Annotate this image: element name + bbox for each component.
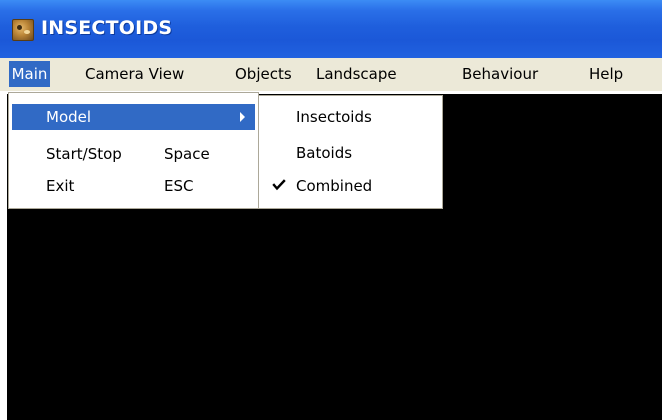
menu-behaviour[interactable]: Behaviour bbox=[462, 61, 547, 87]
submenu-item-label: Batoids bbox=[296, 144, 353, 162]
submenu-item-label: Insectoids bbox=[296, 108, 372, 126]
menu-item-shortcut: Space bbox=[164, 145, 210, 163]
menu-landscape[interactable]: Landscape bbox=[316, 61, 408, 87]
menu-item-model[interactable]: Model bbox=[12, 104, 255, 130]
menu-item-label: Model bbox=[46, 108, 92, 126]
viewport-border bbox=[0, 91, 7, 420]
insect-app-icon[interactable] bbox=[12, 19, 34, 41]
menu-item-label: Exit bbox=[46, 177, 75, 195]
model-submenu: Insectoids Batoids Combined bbox=[258, 95, 443, 209]
app-window: INSECTOIDS Main Camera View Objects Land… bbox=[0, 0, 662, 420]
main-menu-dropdown: Model Start/Stop Space Exit ESC bbox=[8, 92, 259, 209]
window-title: INSECTOIDS bbox=[41, 17, 173, 39]
submenu-item-label: Combined bbox=[296, 177, 373, 195]
menu-item-start-stop[interactable]: Start/Stop Space bbox=[12, 141, 255, 167]
menu-item-exit[interactable]: Exit ESC bbox=[12, 173, 255, 199]
submenu-item-insectoids[interactable]: Insectoids bbox=[262, 104, 440, 130]
title-bar[interactable]: INSECTOIDS bbox=[0, 0, 662, 58]
checkmark-icon bbox=[272, 179, 286, 191]
menu-main[interactable]: Main bbox=[9, 61, 50, 87]
menu-item-label: Start/Stop bbox=[46, 145, 122, 163]
menu-item-shortcut: ESC bbox=[164, 177, 194, 195]
submenu-item-combined[interactable]: Combined bbox=[262, 173, 440, 199]
menu-help[interactable]: Help bbox=[589, 61, 629, 87]
submenu-item-batoids[interactable]: Batoids bbox=[262, 140, 440, 166]
menu-camera-view[interactable]: Camera View bbox=[85, 61, 187, 87]
submenu-arrow-icon bbox=[240, 112, 245, 122]
menu-objects[interactable]: Objects bbox=[235, 61, 307, 87]
menu-bar: Main Camera View Objects Landscape Behav… bbox=[0, 58, 662, 91]
